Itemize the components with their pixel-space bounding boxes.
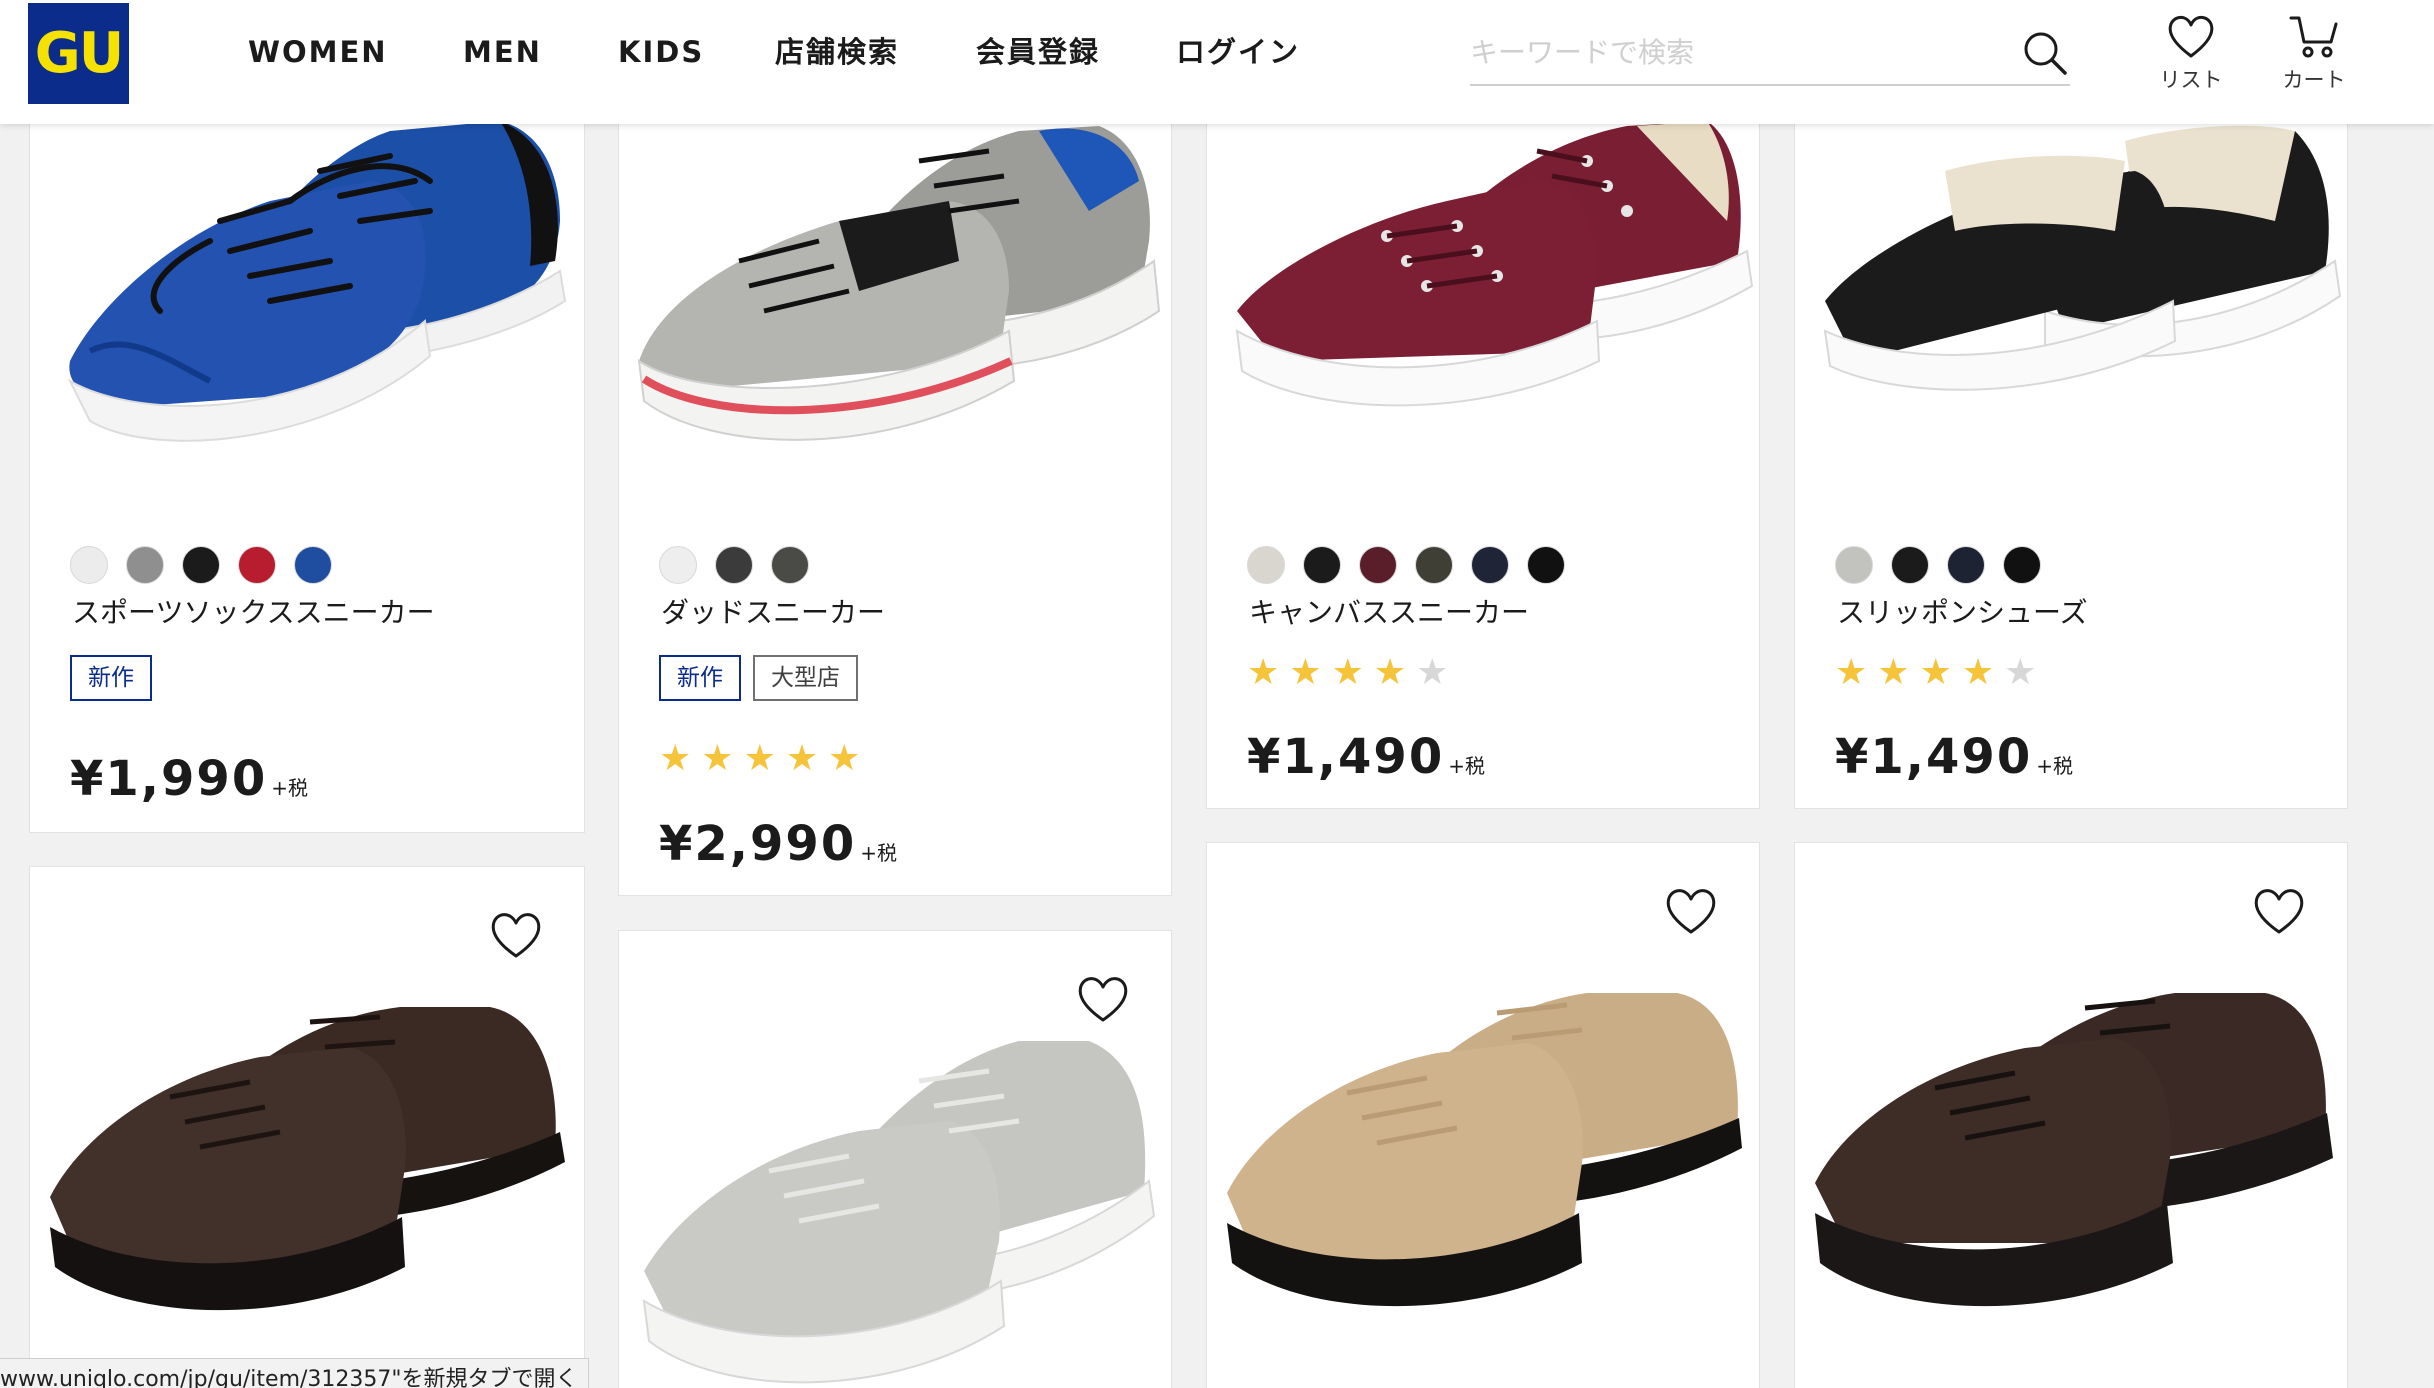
cart-link[interactable]: カート <box>2264 12 2364 94</box>
product-card[interactable] <box>1206 842 1760 1388</box>
product-image[interactable] <box>1795 61 2347 501</box>
product-price: ¥1,490 +税 <box>1835 729 2073 785</box>
color-swatch[interactable] <box>1415 546 1453 584</box>
product-card[interactable]: ダッドスニーカー 新作 大型店 ★ ★ ★ ★ ★ ¥2,990 +税 <box>618 60 1172 896</box>
heart-icon <box>2168 15 2214 58</box>
heart-icon[interactable] <box>1663 885 1719 937</box>
new-badge: 新作 <box>659 655 741 701</box>
product-image[interactable] <box>619 61 1171 501</box>
nav-store-search[interactable]: 店舗検索 <box>775 32 899 72</box>
star-empty-icon: ★ <box>1416 652 1449 693</box>
product-card[interactable] <box>1794 842 2348 1388</box>
product-image[interactable] <box>30 61 584 501</box>
site-header: GU WOMEN MEN KIDS 店舗検索 会員登録 ログイン リスト カート <box>0 0 2434 124</box>
product-image[interactable] <box>30 947 584 1387</box>
price-tax: +税 <box>860 841 897 865</box>
nav-women[interactable]: WOMEN <box>248 32 388 72</box>
product-name[interactable]: キャンバススニーカー <box>1249 591 1529 631</box>
cart-icon <box>2289 16 2338 58</box>
search-input[interactable] <box>1470 30 1990 74</box>
star-filled-icon: ★ <box>1247 652 1280 693</box>
search-box <box>1470 26 2070 86</box>
browser-status-bar: www.uniqlo.com/jp/gu/item/312357"を新規タブで開… <box>0 1358 589 1388</box>
color-swatch[interactable] <box>1835 546 1873 584</box>
color-swatch[interactable] <box>182 546 220 584</box>
price-tax: +税 <box>1448 754 1485 778</box>
price-amount: ¥2,990 <box>659 816 857 872</box>
nav-men[interactable]: MEN <box>463 32 542 72</box>
product-price: ¥2,990 +税 <box>659 816 897 872</box>
color-swatch[interactable] <box>1247 546 1285 584</box>
star-filled-icon: ★ <box>785 738 819 779</box>
product-name[interactable]: ダッドスニーカー <box>661 591 885 631</box>
product-name[interactable]: スポーツソックススニーカー <box>72 591 435 631</box>
color-swatch[interactable] <box>1947 546 1985 584</box>
badge-list: 新作 大型店 <box>659 655 858 701</box>
product-image[interactable] <box>1207 943 1759 1383</box>
color-swatches <box>1835 546 2041 584</box>
star-empty-icon: ★ <box>2004 652 2037 693</box>
product-card[interactable]: キャンバススニーカー ★ ★ ★ ★ ★ ¥1,490 +税 <box>1206 60 1760 809</box>
color-swatch[interactable] <box>1527 546 1565 584</box>
price-amount: ¥1,490 <box>1247 729 1445 785</box>
color-swatch[interactable] <box>70 546 108 584</box>
color-swatches <box>659 546 809 584</box>
price-tax: +税 <box>271 776 308 800</box>
new-badge: 新作 <box>70 655 152 701</box>
product-image[interactable] <box>1795 943 2347 1383</box>
rating-stars: ★ ★ ★ ★ ★ <box>1247 655 1448 691</box>
color-swatch[interactable] <box>715 546 753 584</box>
price-amount: ¥1,990 <box>70 751 268 807</box>
price-amount: ¥1,490 <box>1835 729 2033 785</box>
color-swatch[interactable] <box>1359 546 1397 584</box>
color-swatch[interactable] <box>2003 546 2041 584</box>
color-swatch[interactable] <box>294 546 332 584</box>
star-filled-icon: ★ <box>1331 652 1364 693</box>
color-swatch[interactable] <box>1303 546 1341 584</box>
color-swatches <box>1247 546 1565 584</box>
product-price: ¥1,490 +税 <box>1247 729 1485 785</box>
color-swatch[interactable] <box>659 546 697 584</box>
star-filled-icon: ★ <box>1289 652 1322 693</box>
product-image[interactable] <box>619 1011 1171 1388</box>
star-filled-icon: ★ <box>1919 652 1952 693</box>
star-filled-icon: ★ <box>1835 652 1868 693</box>
product-card[interactable] <box>618 930 1172 1388</box>
star-filled-icon: ★ <box>1373 652 1407 693</box>
nav-kids[interactable]: KIDS <box>618 32 704 72</box>
price-tax: +税 <box>2036 754 2073 778</box>
star-filled-icon: ★ <box>1877 652 1910 693</box>
badge-list: 新作 <box>70 655 152 701</box>
product-card[interactable] <box>29 866 585 1388</box>
nav-login[interactable]: ログイン <box>1176 32 1300 72</box>
wishlist-label: リスト <box>2159 68 2223 92</box>
nav-member-register[interactable]: 会員登録 <box>976 32 1100 72</box>
star-filled-icon: ★ <box>659 738 692 779</box>
gu-logo[interactable]: GU <box>28 3 129 104</box>
color-swatch[interactable] <box>126 546 164 584</box>
product-card[interactable]: スポーツソックススニーカー 新作 ¥1,990 +税 <box>29 60 585 833</box>
heart-icon[interactable] <box>2251 885 2307 937</box>
search-icon[interactable] <box>2020 28 2070 78</box>
star-filled-icon: ★ <box>1961 652 1995 693</box>
product-card[interactable]: スリッポンシューズ ★ ★ ★ ★ ★ ¥1,490 +税 <box>1794 60 2348 809</box>
product-price: ¥1,990 +税 <box>70 751 308 807</box>
wishlist-link[interactable]: リスト <box>2141 12 2241 94</box>
color-swatches <box>70 546 332 584</box>
rating-stars: ★ ★ ★ ★ ★ <box>1835 655 2036 691</box>
star-filled-icon: ★ <box>828 738 861 779</box>
product-image[interactable] <box>1207 61 1759 501</box>
cart-label: カート <box>2282 68 2346 92</box>
color-swatch[interactable] <box>1471 546 1509 584</box>
color-swatch[interactable] <box>238 546 276 584</box>
star-filled-icon: ★ <box>701 738 734 779</box>
large-store-badge: 大型店 <box>753 655 858 701</box>
color-swatch[interactable] <box>1891 546 1929 584</box>
rating-stars: ★ ★ ★ ★ ★ <box>659 741 860 777</box>
product-name[interactable]: スリッポンシューズ <box>1837 591 2088 631</box>
star-filled-icon: ★ <box>743 738 776 779</box>
color-swatch[interactable] <box>771 546 809 584</box>
